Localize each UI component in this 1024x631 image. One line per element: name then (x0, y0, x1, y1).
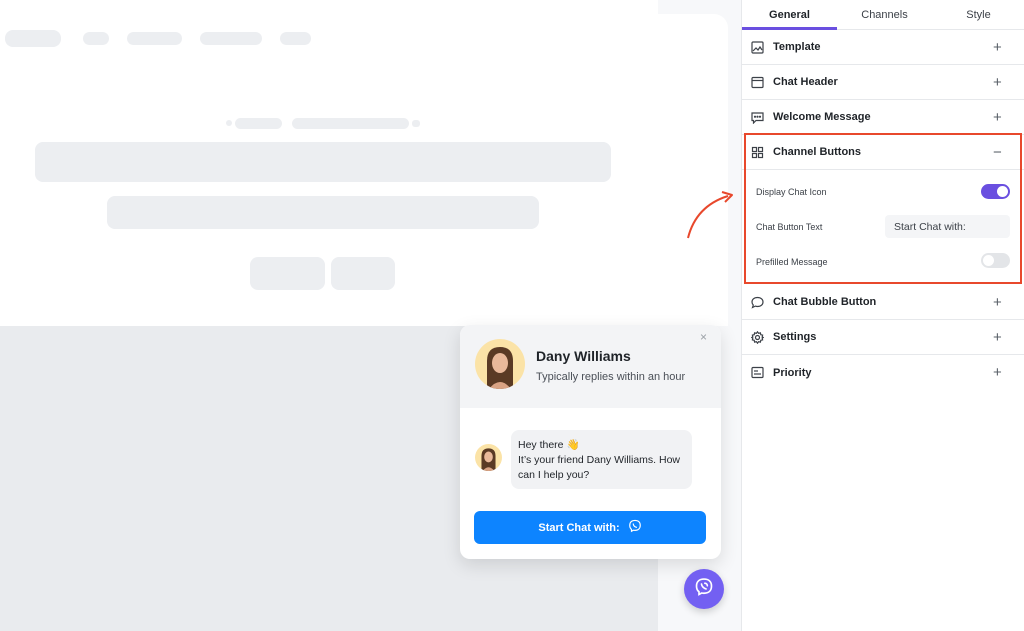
skeleton-button (331, 257, 395, 290)
window-icon (751, 76, 764, 89)
start-chat-button[interactable]: Start Chat with: (474, 511, 706, 544)
skeleton-nav-item (127, 32, 182, 45)
tab-style[interactable]: Style (932, 0, 1024, 30)
speech-bubble-icon (751, 296, 764, 309)
skeleton-headline (35, 142, 611, 182)
section-settings[interactable]: Settings + (742, 320, 1024, 355)
chat-widget: Dany Williams Typically replies within a… (460, 325, 721, 559)
section-chat-header[interactable]: Chat Header + (742, 65, 1024, 100)
message-greeting: Hey there 👋 (518, 439, 580, 451)
image-icon (751, 41, 764, 54)
message-icon (751, 111, 764, 125)
expand-icon[interactable]: + (993, 330, 1002, 345)
start-chat-button-label: Start Chat with: (538, 521, 620, 534)
skeleton-nav-logo (5, 30, 61, 47)
skeleton-nav-item (200, 32, 262, 45)
skeleton-dot (412, 120, 420, 127)
app-root: Dany Williams Typically replies within a… (0, 0, 1024, 631)
section-chat-bubble-button[interactable]: Chat Bubble Button + (742, 285, 1024, 320)
section-priority[interactable]: Priority + (742, 355, 1024, 390)
viber-icon (694, 577, 714, 602)
tab-channels[interactable]: Channels (837, 0, 932, 30)
annotation-highlight-box (744, 133, 1022, 284)
agent-status: Typically replies within an hour (536, 371, 686, 383)
skeleton-nav-item (280, 32, 311, 45)
expand-icon[interactable]: + (993, 110, 1002, 125)
skeleton-eyebrow (235, 118, 282, 129)
section-settings-label: Settings (773, 331, 817, 343)
skeleton-subheadline (107, 196, 539, 229)
agent-avatar (475, 339, 525, 389)
section-welcome-message-label: Welcome Message (773, 111, 871, 123)
agent-name: Dany Williams (536, 348, 631, 364)
priority-icon (751, 366, 764, 379)
agent-avatar-small (475, 444, 502, 471)
chat-bubble-fab[interactable] (684, 569, 724, 609)
expand-icon[interactable]: + (993, 40, 1002, 55)
expand-icon[interactable]: + (993, 365, 1002, 380)
section-priority-label: Priority (773, 366, 812, 379)
gear-icon (750, 330, 765, 345)
expand-icon[interactable]: + (993, 295, 1002, 310)
message-body: It’s your friend Dany Williams. How can … (518, 454, 681, 481)
skeleton-eyebrow (292, 118, 409, 129)
annotation-arrow (687, 191, 733, 239)
skeleton-nav-item (83, 32, 109, 45)
settings-panel: General Channels Style Template + Chat H… (741, 0, 1024, 631)
section-template[interactable]: Template + (742, 30, 1024, 65)
section-chat-bubble-button-label: Chat Bubble Button (773, 296, 877, 308)
expand-icon[interactable]: + (993, 75, 1002, 90)
close-icon[interactable]: × (700, 330, 707, 344)
welcome-message-bubble: Hey there 👋 It’s your friend Dany Willia… (511, 430, 692, 489)
viber-icon (628, 519, 642, 536)
skeleton-button (250, 257, 325, 290)
section-template-label: Template (773, 41, 821, 53)
tab-general[interactable]: General (742, 0, 837, 30)
settings-tabs: General Channels Style (742, 0, 1024, 30)
section-chat-header-label: Chat Header (773, 76, 838, 88)
widget-preview: Dany Williams Typically replies within a… (0, 0, 741, 631)
section-welcome-message[interactable]: Welcome Message + (742, 100, 1024, 135)
skeleton-dot (226, 120, 232, 126)
